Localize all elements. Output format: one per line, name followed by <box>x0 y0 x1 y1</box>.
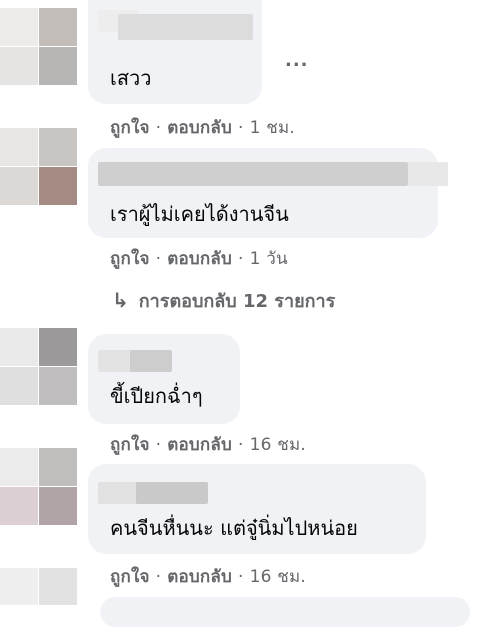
comment-actions: ถูกใจ · ตอบกลับ · 1 ชม. <box>110 114 295 141</box>
separator: · <box>155 118 162 138</box>
blurred-author-name <box>408 162 448 186</box>
ellipsis-icon[interactable]: ... <box>285 50 309 71</box>
comment-text: เสวว <box>110 66 152 90</box>
like-button[interactable]: ถูกใจ <box>110 249 150 269</box>
view-replies-link[interactable]: ↳ การตอบกลับ 12 รายการ <box>112 286 335 315</box>
timestamp[interactable]: 1 ชม. <box>250 118 295 138</box>
like-button[interactable]: ถูกใจ <box>110 567 150 587</box>
comment-text: เราผู้ไม่เคยได้งานจีน <box>110 202 289 226</box>
comment-bubble: เราผู้ไม่เคยได้งานจีน <box>88 148 448 238</box>
comment-bubble <box>100 597 470 627</box>
reply-button[interactable]: ตอบกลับ <box>167 249 232 269</box>
comment-actions: ถูกใจ · ตอบกลับ · 1 วัน <box>110 245 288 272</box>
comment-actions: ถูกใจ · ตอบกลับ · 16 ชม. <box>110 563 306 590</box>
separator: · <box>155 567 162 587</box>
comment-bubble: คนจีนหื่นนะ แต่จู๋นิ่มไปหน่อย <box>88 464 426 554</box>
comment-actions: ถูกใจ · ตอบกลับ · 16 ชม. <box>110 431 306 458</box>
comment-bubble: ขี้เปียกฉ่ำๆ <box>88 334 240 424</box>
avatar[interactable] <box>0 568 77 605</box>
avatar[interactable] <box>0 448 77 525</box>
replies-count-label: การตอบกลับ 12 รายการ <box>138 291 336 312</box>
avatar[interactable] <box>0 328 77 405</box>
separator: · <box>238 118 244 138</box>
blurred-author-name <box>130 350 172 372</box>
comment-bubble: เสวว <box>88 0 262 104</box>
reply-button[interactable]: ตอบกลับ <box>167 567 232 587</box>
separator: · <box>238 249 244 269</box>
timestamp[interactable]: 1 วัน <box>250 249 288 269</box>
reply-arrow-icon: ↳ <box>112 288 129 312</box>
avatar[interactable] <box>0 8 77 85</box>
avatar[interactable] <box>0 128 77 205</box>
blurred-author-name <box>118 14 253 40</box>
separator: · <box>238 435 244 455</box>
separator: · <box>155 249 162 269</box>
separator: · <box>238 567 244 587</box>
timestamp[interactable]: 16 ชม. <box>250 567 306 587</box>
like-button[interactable]: ถูกใจ <box>110 435 150 455</box>
reply-button[interactable]: ตอบกลับ <box>167 118 232 138</box>
like-button[interactable]: ถูกใจ <box>110 118 150 138</box>
comment-text: คนจีนหื่นนะ แต่จู๋นิ่มไปหน่อย <box>110 516 358 540</box>
blurred-author-name <box>98 162 408 186</box>
blurred-author-name <box>136 482 208 504</box>
reply-button[interactable]: ตอบกลับ <box>167 435 232 455</box>
timestamp[interactable]: 16 ชม. <box>250 435 306 455</box>
separator: · <box>155 435 162 455</box>
comment-text: ขี้เปียกฉ่ำๆ <box>110 384 203 408</box>
